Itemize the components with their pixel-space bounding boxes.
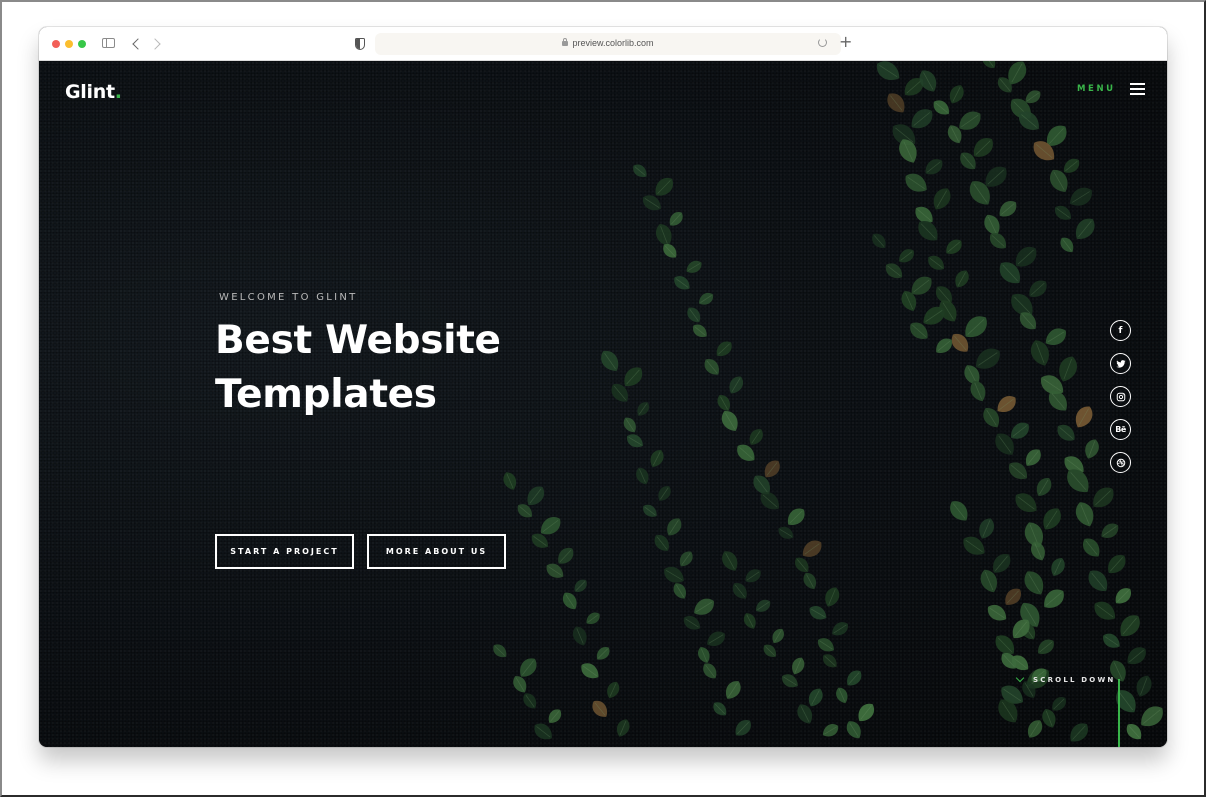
menu-toggle[interactable]: MENU — [1077, 83, 1145, 95]
site-logo[interactable]: Glint. — [65, 81, 122, 103]
start-project-button[interactable]: START A PROJECT — [215, 534, 354, 569]
chevron-down-icon — [1015, 673, 1025, 683]
facebook-icon: f — [1118, 325, 1123, 336]
hero-title: Best Website Templates — [215, 314, 501, 422]
zoom-window-button[interactable] — [78, 40, 86, 48]
twitter-icon — [1115, 359, 1126, 368]
more-about-us-button[interactable]: MORE ABOUT US — [367, 534, 506, 569]
scroll-indicator-line — [1118, 679, 1120, 747]
chevron-right-icon[interactable] — [149, 38, 161, 50]
page-viewport: Glint. MENU WELCOME TO GLINT Best Websit… — [39, 61, 1167, 747]
close-window-button[interactable] — [52, 40, 60, 48]
ivy-background-image — [39, 61, 1167, 747]
instagram-link[interactable] — [1110, 386, 1131, 407]
hero-title-line-1: Best Website — [215, 318, 501, 363]
facebook-link[interactable]: f — [1110, 320, 1131, 341]
behance-link[interactable]: Bē — [1110, 419, 1131, 440]
url-text[interactable]: preview.colorlib.com — [572, 38, 653, 48]
menu-label: MENU — [1077, 84, 1116, 94]
plus-icon[interactable]: + — [839, 32, 852, 52]
social-links: f Bē — [1110, 320, 1131, 473]
browser-toolbar: preview.colorlib.com + — [39, 27, 1167, 61]
dribbble-icon — [1116, 458, 1125, 467]
logo-dot: . — [114, 81, 122, 103]
chevron-left-icon[interactable] — [132, 38, 144, 50]
logo-text: Glint — [65, 81, 115, 103]
scroll-down-label: SCROLL DOWN — [1033, 676, 1116, 684]
shield-icon[interactable] — [355, 38, 365, 50]
hero-buttons: START A PROJECT MORE ABOUT US — [215, 534, 506, 569]
twitter-link[interactable] — [1110, 353, 1131, 374]
hero-eyebrow: WELCOME TO GLINT — [219, 292, 358, 303]
address-bar[interactable]: preview.colorlib.com — [375, 33, 841, 55]
address-text-wrapper: preview.colorlib.com — [375, 38, 841, 48]
lock-icon — [562, 38, 569, 46]
minimize-window-button[interactable] — [65, 40, 73, 48]
hero-title-line-2: Templates — [215, 372, 437, 417]
behance-icon: Bē — [1115, 425, 1126, 434]
reload-icon[interactable] — [818, 38, 827, 47]
instagram-icon — [1116, 392, 1125, 401]
sidebar-toggle-icon[interactable] — [102, 38, 115, 48]
scroll-down-link[interactable]: SCROLL DOWN — [1015, 673, 1116, 684]
dribbble-link[interactable] — [1110, 452, 1131, 473]
hamburger-icon[interactable] — [1129, 83, 1145, 95]
hero-content: WELCOME TO GLINT Best Website Templates — [215, 292, 501, 422]
browser-window: preview.colorlib.com + Glint. MENU WELCO… — [39, 27, 1167, 747]
